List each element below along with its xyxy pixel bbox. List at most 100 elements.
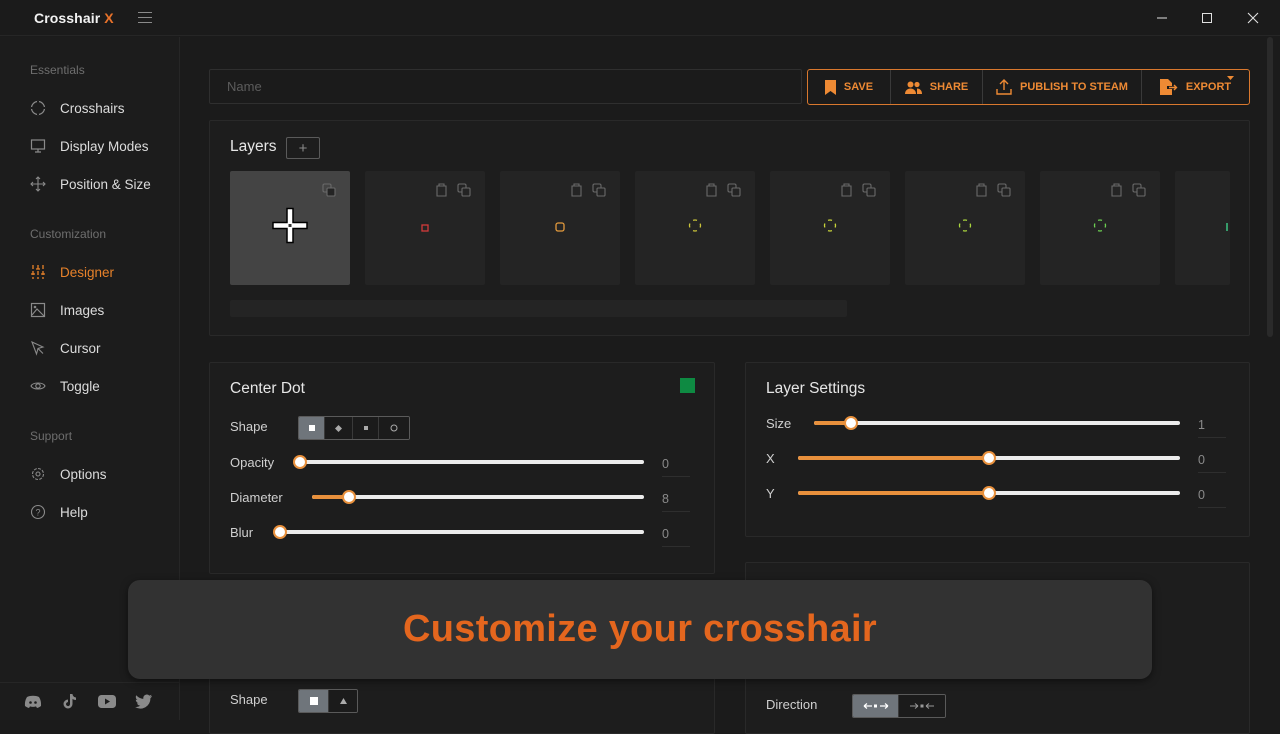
- layers-horizontal-scrollbar[interactable]: [230, 300, 847, 317]
- eye-icon: [30, 378, 46, 394]
- close-button[interactable]: [1230, 0, 1276, 36]
- duplicate-icon[interactable]: [592, 183, 606, 202]
- x-label: X: [766, 451, 775, 466]
- x-slider[interactable]: [798, 451, 1180, 465]
- trash-icon[interactable]: [1111, 183, 1122, 202]
- diameter-value[interactable]: 8: [662, 492, 690, 512]
- export-button[interactable]: EXPORT: [1142, 70, 1249, 104]
- duplicate-icon[interactable]: [322, 183, 336, 202]
- app-title: Crosshair X: [34, 10, 114, 26]
- layer-card[interactable]: [905, 171, 1025, 285]
- sidebar-item-designer[interactable]: Designer: [30, 261, 114, 283]
- layer-card[interactable]: [770, 171, 890, 285]
- add-layer-button[interactable]: +: [286, 137, 320, 159]
- layer-card[interactable]: [500, 171, 620, 285]
- duplicate-icon[interactable]: [997, 183, 1011, 202]
- maximize-button[interactable]: [1184, 0, 1230, 36]
- opacity-value[interactable]: 0: [662, 457, 690, 477]
- sidebar-item-cursor[interactable]: Cursor: [30, 337, 101, 359]
- save-button[interactable]: SAVE: [808, 70, 891, 104]
- duplicate-icon[interactable]: [862, 183, 876, 202]
- layer-card[interactable]: [1175, 171, 1230, 285]
- blur-slider-thumb[interactable]: [273, 525, 287, 539]
- y-slider-thumb[interactable]: [982, 486, 996, 500]
- size-slider[interactable]: [814, 416, 1180, 430]
- cursor-icon: [30, 340, 46, 356]
- sidebar-item-display-modes[interactable]: Display Modes: [30, 135, 149, 157]
- layer-settings-panel: Layer Settings Size 1 X 0 Y 0: [745, 362, 1250, 537]
- trash-icon[interactable]: [436, 183, 447, 202]
- hamburger-menu-icon[interactable]: [138, 12, 152, 23]
- youtube-icon[interactable]: [98, 693, 116, 711]
- x-slider-thumb[interactable]: [982, 451, 996, 465]
- shape-option-small-square[interactable]: [353, 417, 379, 439]
- lines-shape-option-triangle[interactable]: [329, 690, 357, 712]
- shape-option-diamond[interactable]: [325, 417, 353, 439]
- sidebar-item-crosshairs[interactable]: Crosshairs: [30, 97, 125, 119]
- trash-icon[interactable]: [841, 183, 852, 202]
- sidebar-item-toggle[interactable]: Toggle: [30, 375, 100, 397]
- shape-option-square[interactable]: [299, 417, 325, 439]
- minimize-button[interactable]: [1139, 0, 1185, 36]
- diamond-shape-icon: [335, 424, 342, 432]
- sidebar-item-position-size[interactable]: Position & Size: [30, 173, 151, 195]
- size-value[interactable]: 1: [1198, 418, 1226, 438]
- tiktok-icon[interactable]: [61, 693, 79, 711]
- blur-slider[interactable]: [273, 525, 644, 539]
- layer-card[interactable]: [1040, 171, 1160, 285]
- image-icon: [30, 302, 46, 318]
- sidebar-item-label: Cursor: [60, 340, 101, 356]
- size-slider-thumb[interactable]: [843, 416, 858, 430]
- twitter-icon[interactable]: [135, 693, 153, 711]
- x-value[interactable]: 0: [1198, 453, 1226, 473]
- blur-value[interactable]: 0: [662, 527, 690, 547]
- sidebar-item-label: Display Modes: [60, 138, 149, 154]
- layer-tools: [841, 183, 876, 202]
- shape-option-circle[interactable]: [379, 417, 409, 439]
- export-label: EXPORT: [1185, 81, 1232, 93]
- sidebar-item-options[interactable]: Options: [30, 463, 107, 485]
- share-button[interactable]: SHARE: [891, 70, 983, 104]
- sidebar-item-label: Toggle: [60, 378, 100, 394]
- trash-icon[interactable]: [571, 183, 582, 202]
- direction-option-inward[interactable]: [899, 695, 945, 717]
- layer-card[interactable]: [365, 171, 485, 285]
- app-title-accent: X: [104, 10, 114, 26]
- blur-label: Blur: [230, 525, 254, 540]
- sidebar-item-help[interactable]: ? Help: [30, 501, 88, 523]
- diameter-slider[interactable]: [312, 490, 644, 504]
- y-value[interactable]: 0: [1198, 488, 1226, 508]
- help-circle-icon: ?: [30, 504, 46, 520]
- direction-option-outward[interactable]: [853, 695, 899, 717]
- trash-icon[interactable]: [976, 183, 987, 202]
- center-dot-shape-selector: [298, 416, 410, 440]
- lines-shape-label: Shape: [230, 692, 268, 707]
- name-input[interactable]: [209, 69, 802, 104]
- gear-icon: [30, 466, 46, 482]
- caption-text: Customize your crosshair: [403, 608, 877, 650]
- layer-card[interactable]: [635, 171, 755, 285]
- center-dot-color-swatch[interactable]: [680, 378, 695, 393]
- sliders-icon: [30, 264, 46, 280]
- save-label: SAVE: [843, 81, 874, 93]
- discord-icon[interactable]: [24, 693, 42, 711]
- lines-shape-option-square[interactable]: [299, 690, 329, 712]
- diameter-slider-thumb[interactable]: [341, 490, 356, 504]
- opacity-slider-thumb[interactable]: [293, 455, 307, 469]
- section-label-customization: Customization: [30, 227, 107, 241]
- main-vertical-scrollbar[interactable]: [1267, 37, 1273, 337]
- duplicate-icon[interactable]: [1132, 183, 1146, 202]
- layer-tools: [1111, 183, 1146, 202]
- layer-card[interactable]: [230, 171, 350, 285]
- duplicate-icon[interactable]: [457, 183, 471, 202]
- shape-label: Shape: [230, 419, 268, 434]
- trash-icon[interactable]: [706, 183, 717, 202]
- publish-to-steam-button[interactable]: PUBLISH TO STEAM: [983, 70, 1142, 104]
- y-slider[interactable]: [798, 486, 1180, 500]
- opacity-slider[interactable]: [293, 455, 644, 469]
- opacity-label: Opacity: [230, 455, 275, 470]
- sidebar-item-images[interactable]: Images: [30, 299, 104, 321]
- duplicate-icon[interactable]: [727, 183, 741, 202]
- center-dot-panel: Center Dot Shape Opacity 0 Diameter 8 Bl…: [209, 362, 715, 574]
- layer-tools: [436, 183, 471, 202]
